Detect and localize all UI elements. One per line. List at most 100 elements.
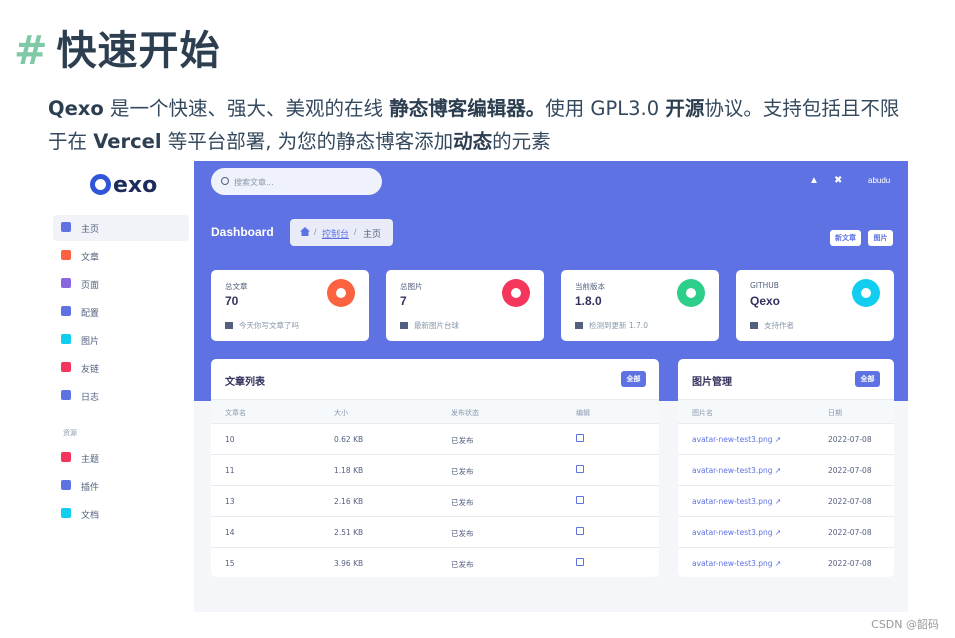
sidebar-item[interactable]: 页面	[53, 271, 189, 297]
table-row: avatar-new-test3.png ↗ 2022-07-08	[678, 455, 894, 486]
images-button[interactable]: 图片	[868, 230, 893, 246]
post-status: 已发布	[451, 529, 474, 538]
palette-icon	[61, 452, 71, 462]
stat-value: 7	[400, 294, 407, 308]
post-size: 3.96 KB	[334, 559, 364, 568]
post-name[interactable]: 13	[225, 497, 235, 506]
edit-icon[interactable]	[576, 527, 584, 535]
intro-paragraph: Qexo 是一个快速、强大、美观的在线 静态博客编辑器。使用 GPL3.0 开源…	[48, 92, 908, 158]
new-post-button[interactable]: 新文章	[830, 230, 861, 246]
sidebar-item[interactable]: 文章	[53, 243, 189, 269]
sidebar-item-label: 友链	[81, 365, 100, 375]
user-menu[interactable]: abudu	[868, 176, 890, 185]
stat-title: 当前版本	[575, 282, 605, 291]
images-panel-title: 图片管理	[692, 377, 732, 388]
stat-card: 总图片 7 最新图片台球	[386, 270, 544, 341]
heading-anchor[interactable]: #	[14, 28, 49, 74]
image-date: 2022-07-08	[828, 466, 872, 475]
post-name[interactable]: 15	[225, 559, 235, 568]
column-header: 文章名	[225, 409, 246, 417]
sidebar-item[interactable]: 友链	[53, 355, 189, 381]
external-link-icon: ↗	[774, 528, 782, 537]
sidebar-item[interactable]: 主页	[53, 215, 189, 241]
para-strong-vercel: Vercel	[93, 130, 162, 153]
stat-title: GITHUB	[750, 281, 779, 290]
document-icon	[61, 250, 71, 260]
posts-all-button[interactable]: 全部	[621, 371, 646, 387]
image-date: 2022-07-08	[828, 559, 872, 568]
post-status: 已发布	[451, 467, 474, 476]
home-icon[interactable]	[300, 227, 310, 236]
sidebar-item-label: 文档	[81, 511, 100, 521]
image-name-link[interactable]: avatar-new-test3.png ↗	[692, 466, 781, 475]
table-row: 13 2.16 KB 已发布	[211, 486, 659, 517]
edit-icon[interactable]	[576, 496, 584, 504]
lock-icon	[61, 390, 71, 400]
cube-icon	[61, 278, 71, 288]
image-name-link[interactable]: avatar-new-test3.png ↗	[692, 497, 781, 506]
image-icon	[61, 334, 71, 344]
sidebar-item-label: 主题	[81, 455, 100, 465]
edit-icon[interactable]	[576, 558, 584, 566]
para-strong-opensource: 开源	[665, 97, 705, 120]
images-panel: 图片管理 全部 图片名 日期 avatar-new-test3.png ↗ 202…	[678, 359, 894, 577]
stat-footer-text: 今天你写文章了吗	[239, 321, 299, 330]
stat-title: 总图片	[400, 282, 423, 291]
posts-panel-title: 文章列表	[225, 377, 265, 388]
post-size: 0.62 KB	[334, 435, 364, 444]
image-name-link[interactable]: avatar-new-test3.png ↗	[692, 435, 781, 444]
post-name[interactable]: 14	[225, 528, 235, 537]
tools-icon[interactable]: ✖	[834, 175, 842, 186]
bar-chart-icon	[852, 279, 880, 307]
sidebar-item[interactable]: 日志	[53, 383, 189, 409]
sidebar-resource-item[interactable]: 主题	[53, 445, 189, 471]
image-name-link[interactable]: avatar-new-test3.png ↗	[692, 528, 781, 537]
table-row: 11 1.18 KB 已发布	[211, 455, 659, 486]
para-text-4: 等平台部署, 为您的静态博客添加	[161, 130, 454, 153]
para-strong-qexo: Qexo	[48, 97, 104, 120]
para-text-2: 使用 GPL3.0	[545, 97, 666, 120]
image-name: avatar-new-test3.png	[692, 466, 773, 475]
footer-icon	[750, 322, 758, 329]
pie-chart-icon	[327, 279, 355, 307]
column-header: 编辑	[576, 409, 590, 417]
external-link-icon: ↗	[774, 466, 782, 475]
edit-icon[interactable]	[576, 465, 584, 473]
search-input[interactable]: 搜索文章...	[211, 168, 382, 195]
para-strong-editor: 静态博客编辑器。	[389, 97, 546, 120]
watermark-credit: CSDN @韶码	[871, 618, 939, 631]
sidebar-item[interactable]: 图片	[53, 327, 189, 353]
para-text-5: 的元素	[492, 130, 551, 153]
logo-q-icon	[90, 174, 111, 195]
image-date: 2022-07-08	[828, 497, 872, 506]
stat-card: 当前版本 1.8.0 检测到更新 1.7.0	[561, 270, 719, 341]
app-screenshot: exo 主页 文章 页面 配置 图片 友链 日志 资源 主题 插件 文档 搜索文章... ▲ ✖…	[53, 161, 908, 612]
post-name[interactable]: 11	[225, 466, 235, 475]
sidebar-item-label: 日志	[81, 393, 100, 403]
sidebar-resource-item[interactable]: 插件	[53, 473, 189, 499]
breadcrumb-separator: /	[314, 227, 317, 237]
sidebar-item[interactable]: 配置	[53, 299, 189, 325]
image-name-link[interactable]: avatar-new-test3.png ↗	[692, 559, 781, 568]
table-row: avatar-new-test3.png ↗ 2022-07-08	[678, 424, 894, 455]
search-icon	[221, 177, 229, 185]
breadcrumb-current: 主页	[363, 230, 382, 240]
stat-footer: 最新图片台球	[400, 320, 459, 331]
edit-icon[interactable]	[576, 434, 584, 442]
breadcrumb-parent-link[interactable]: 控制台	[322, 227, 349, 240]
image-name: avatar-new-test3.png	[692, 497, 773, 506]
post-size: 2.51 KB	[334, 528, 364, 537]
column-header: 发布状态	[451, 409, 479, 417]
app-logo[interactable]: exo	[90, 173, 157, 198]
image-name: avatar-new-test3.png	[692, 435, 773, 444]
footer-icon	[400, 322, 408, 329]
stat-card: GITHUB Qexo 支持作者	[736, 270, 894, 341]
page-title: Dashboard	[211, 225, 274, 239]
images-all-button[interactable]: 全部	[855, 371, 880, 387]
bell-icon[interactable]: ▲	[809, 175, 819, 186]
post-name[interactable]: 10	[225, 435, 235, 444]
posts-table-header: 文章名 大小 发布状态 编辑	[211, 399, 659, 424]
post-status: 已发布	[451, 560, 474, 569]
image-name: avatar-new-test3.png	[692, 559, 773, 568]
sidebar-resource-item[interactable]: 文档	[53, 501, 189, 527]
